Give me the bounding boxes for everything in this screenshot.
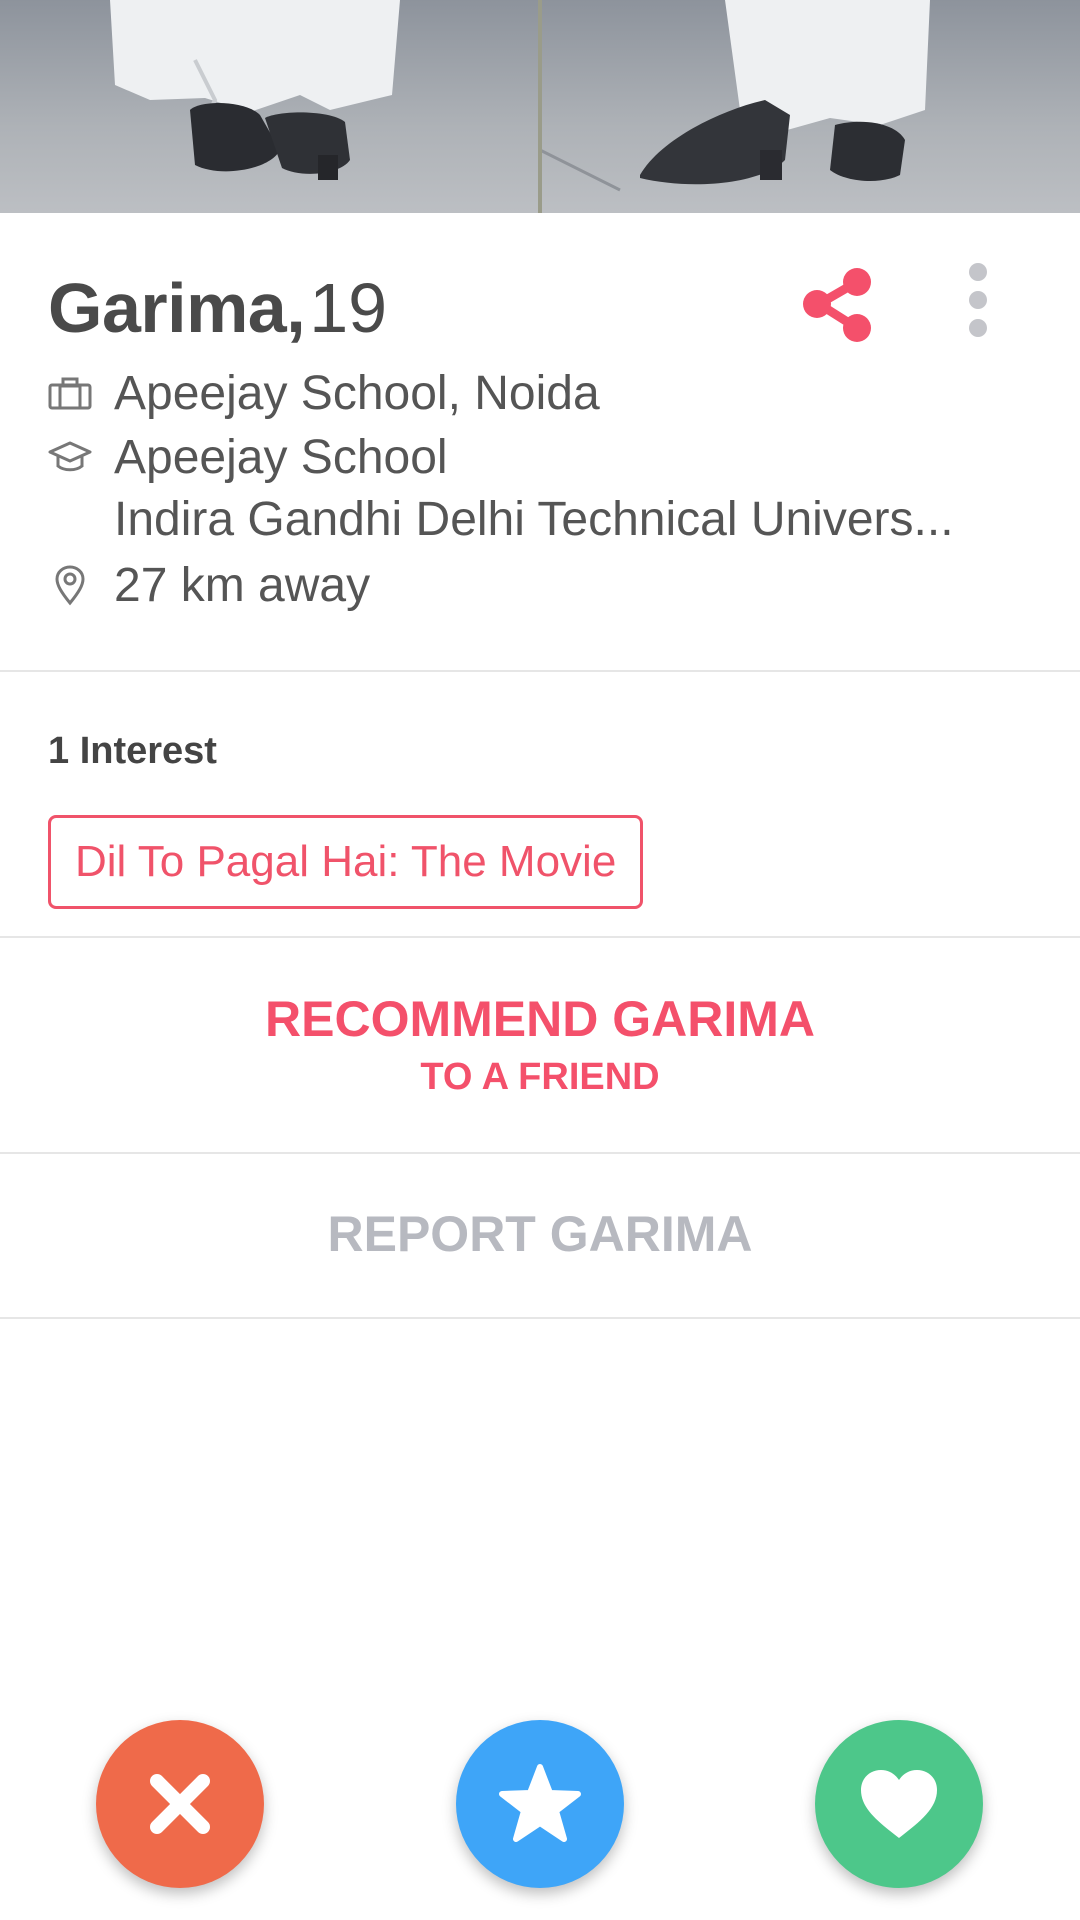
photo-divider bbox=[538, 0, 542, 213]
distance-row: 27 km away bbox=[48, 555, 370, 615]
like-button[interactable] bbox=[815, 1720, 983, 1888]
share-button[interactable] bbox=[795, 262, 881, 348]
profile-photo[interactable] bbox=[0, 0, 1080, 213]
divider-line bbox=[0, 670, 1080, 672]
interest-chip[interactable]: Dil To Pagal Hai: The Movie bbox=[48, 815, 644, 909]
recommend-label: RECOMMEND GARIMA bbox=[265, 991, 815, 1047]
super-like-button[interactable] bbox=[456, 1720, 624, 1888]
briefcase-icon bbox=[48, 371, 92, 415]
profile-name-row: Garima, 19 bbox=[48, 268, 387, 358]
nope-button[interactable] bbox=[96, 1720, 264, 1888]
divider-line bbox=[0, 936, 1080, 938]
school-secondary-text: Indira Gandhi Delhi Technical Univers... bbox=[114, 493, 954, 546]
report-button[interactable]: REPORT GARIMA bbox=[0, 1205, 1080, 1263]
location-pin-icon bbox=[48, 563, 92, 607]
school-row: Apeejay School bbox=[48, 427, 448, 487]
profile-age: 19 bbox=[309, 269, 388, 347]
profile-name: Garima, bbox=[48, 269, 306, 347]
school-text: Apeejay School bbox=[114, 430, 448, 484]
more-options-button[interactable] bbox=[955, 262, 1001, 338]
recommend-sublabel: TO A FRIEND bbox=[420, 1056, 660, 1098]
recommend-button[interactable]: RECOMMEND GARIMA TO A FRIEND bbox=[0, 990, 1080, 1099]
job-text: Apeejay School, Noida bbox=[114, 366, 600, 420]
star-icon bbox=[499, 1764, 581, 1842]
interests-title: 1 Interest bbox=[48, 730, 217, 772]
divider-line bbox=[0, 1152, 1080, 1154]
distance-text: 27 km away bbox=[114, 558, 371, 612]
heart-icon bbox=[861, 1770, 937, 1838]
graduation-cap-icon bbox=[48, 435, 92, 479]
job-row: Apeejay School, Noida bbox=[48, 363, 600, 423]
close-icon bbox=[150, 1774, 210, 1834]
divider-line bbox=[0, 1317, 1080, 1319]
share-icon bbox=[803, 268, 871, 342]
more-vertical-icon bbox=[969, 263, 987, 337]
